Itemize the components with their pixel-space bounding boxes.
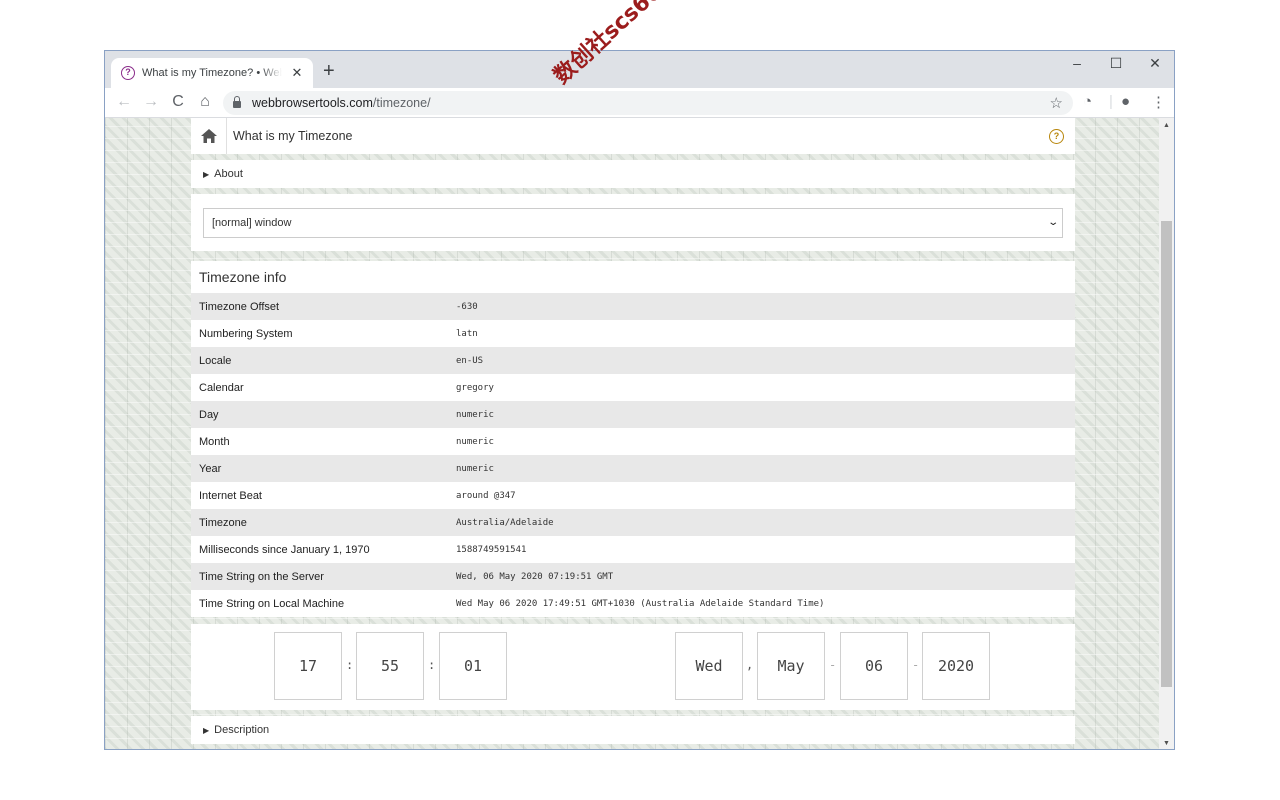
- table-row: Numbering System latn: [191, 320, 1075, 347]
- address-bar[interactable]: webbrowsertools.com/timezone/ ☆: [223, 91, 1073, 115]
- account-icon[interactable]: ●: [1121, 93, 1130, 110]
- table-row: Timezone Offset -630: [191, 293, 1075, 320]
- info-title: Timezone info: [199, 269, 287, 285]
- page-content: What is my Timezone ? ▶ About [normal] w…: [105, 118, 1161, 749]
- page-title: What is my Timezone: [233, 129, 353, 143]
- home-icon[interactable]: ⌂: [194, 93, 216, 111]
- scroll-thumb[interactable]: [1161, 221, 1172, 687]
- question-icon: ?: [121, 66, 135, 80]
- about-toggle[interactable]: ▶ About: [191, 160, 1075, 188]
- date-year: 2020: [922, 632, 990, 700]
- table-row: Month numeric: [191, 428, 1075, 455]
- description-toggle[interactable]: ▶ Description: [191, 716, 1075, 744]
- maximize-icon[interactable]: ☐: [1101, 55, 1131, 72]
- reload-icon[interactable]: C: [167, 93, 189, 111]
- row-value: around @347: [456, 490, 516, 501]
- row-value: numeric: [456, 436, 494, 447]
- row-key: Calendar: [199, 381, 244, 394]
- extension-icon[interactable]: ◔: [1083, 93, 1092, 110]
- row-key: Timezone: [199, 516, 247, 529]
- clock-panel: 17 : 55 : 01 Wed , May - 06 - 2020: [191, 624, 1075, 710]
- mode-select-panel: [normal] window ⌄: [191, 194, 1075, 251]
- table-row: Calendar gregory: [191, 374, 1075, 401]
- time-separator: :: [346, 658, 354, 672]
- row-key: Locale: [199, 354, 232, 367]
- close-window-icon[interactable]: ✕: [1140, 55, 1170, 72]
- row-value: Wed, 06 May 2020 07:19:51 GMT: [456, 571, 614, 582]
- description-label: Description: [214, 724, 270, 736]
- mode-select[interactable]: [normal] window ⌄: [203, 208, 1063, 238]
- home-link[interactable]: [191, 118, 227, 154]
- row-key: Numbering System: [199, 327, 293, 340]
- browser-tab[interactable]: ? What is my Timezone? • WebBrowserTools…: [111, 58, 313, 88]
- table-row: Time String on the Server Wed, 06 May 202…: [191, 563, 1075, 590]
- chevron-down-icon: ⌄: [1046, 217, 1059, 228]
- table-row: Internet Beat around @347: [191, 482, 1075, 509]
- timezone-info: Timezone info Timezone Offset -630 Numberi…: [191, 261, 1075, 617]
- tab-title: What is my Timezone? • WebBrowserTools: [142, 67, 282, 79]
- back-arrow-icon[interactable]: ←: [113, 93, 135, 111]
- forward-arrow-icon[interactable]: →: [140, 93, 162, 111]
- row-key: Internet Beat: [199, 489, 262, 502]
- row-value: en-US: [456, 355, 484, 366]
- row-value: Australia/Adelaide: [456, 517, 554, 528]
- row-value: Wed May 06 2020 17:49:51 GMT+1030 (Austr…: [456, 598, 825, 609]
- row-value: numeric: [456, 463, 494, 474]
- table-row: Year numeric: [191, 455, 1075, 482]
- browser-toolbar: ← → C ⌂ webbrowsertools.com/timezone/ ☆ …: [105, 88, 1174, 118]
- row-key: Year: [199, 462, 222, 475]
- row-value: latn: [456, 328, 478, 339]
- table-row: Locale en-US: [191, 347, 1075, 374]
- row-key: Time String on the Server: [199, 570, 324, 583]
- star-icon[interactable]: ☆: [1050, 94, 1063, 112]
- scroll-up-icon[interactable]: ▲: [1159, 118, 1174, 133]
- table-row: Day numeric: [191, 401, 1075, 428]
- date-month: May: [757, 632, 825, 700]
- menu-icon[interactable]: ⋮: [1151, 93, 1166, 111]
- help-icon[interactable]: ?: [1049, 128, 1064, 144]
- row-value: numeric: [456, 409, 494, 420]
- table-row: Milliseconds since January 1, 1970 158874…: [191, 536, 1075, 563]
- url-text[interactable]: webbrowsertools.com/timezone/: [252, 96, 431, 110]
- row-key: Month: [199, 435, 230, 448]
- tab-strip: ? What is my Timezone? • WebBrowserTools…: [105, 51, 1174, 88]
- close-tab-icon[interactable]: ✕: [289, 65, 305, 81]
- triangle-right-icon: ▶: [203, 169, 210, 179]
- mode-select-value: [normal] window: [212, 217, 292, 229]
- info-table: Timezone Offset -630 Numbering System latn L…: [191, 293, 1075, 617]
- row-value: 1588749591541: [456, 544, 527, 555]
- about-label: About: [214, 168, 243, 180]
- date-separator: -: [829, 658, 837, 672]
- date-day: 06: [840, 632, 908, 700]
- triangle-right-icon: ▶: [203, 725, 210, 735]
- browser-window: ? What is my Timezone? • WebBrowserTools…: [104, 50, 1175, 750]
- scroll-down-icon[interactable]: ▼: [1159, 736, 1174, 749]
- lock-icon: [233, 96, 241, 108]
- time-separator: :: [428, 658, 436, 672]
- clock-hour: 17: [274, 632, 342, 700]
- minimize-icon[interactable]: –: [1062, 55, 1092, 71]
- date-separator: -: [912, 658, 920, 672]
- row-value: gregory: [456, 382, 494, 393]
- row-key: Day: [199, 408, 219, 421]
- clock-minute: 55: [356, 632, 424, 700]
- page-header: What is my Timezone ?: [191, 118, 1075, 154]
- row-value: -630: [456, 301, 478, 312]
- page-scrollbar[interactable]: ▲ ▼: [1159, 118, 1174, 749]
- toolbar-divider: |: [1109, 93, 1113, 110]
- row-key: Time String on Local Machine: [199, 597, 345, 610]
- new-tab-button[interactable]: +: [323, 61, 335, 81]
- date-comma: ,: [746, 658, 754, 672]
- row-key: Timezone Offset: [199, 300, 280, 313]
- row-key: Milliseconds since January 1, 1970: [199, 543, 370, 556]
- date-weekday: Wed: [675, 632, 743, 700]
- clock-second: 01: [439, 632, 507, 700]
- home-icon: [200, 129, 217, 143]
- table-row: Timezone Australia/Adelaide: [191, 509, 1075, 536]
- table-row: Time String on Local Machine Wed May 06 2…: [191, 590, 1075, 617]
